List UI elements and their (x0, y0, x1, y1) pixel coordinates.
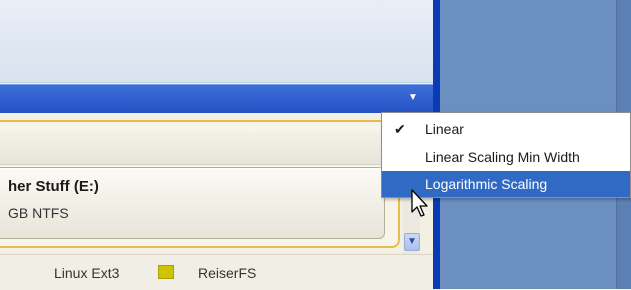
chevron-down-icon[interactable]: ▼ (406, 92, 420, 104)
checkmark-icon: ✔ (394, 121, 406, 137)
mouse-pointer-icon (411, 189, 428, 217)
menu-item-label: Linear (425, 121, 464, 137)
legend-swatch-reiserfs (158, 265, 174, 279)
chevron-down-icon: ▼ (407, 236, 417, 247)
top-panel (0, 0, 433, 83)
partition-info: GB NTFS (8, 205, 69, 221)
legend-label-linux-ext3: Linux Ext3 (54, 265, 120, 281)
menu-item-label: Linear Scaling Min Width (425, 149, 580, 165)
scroll-down-button[interactable]: ▼ (404, 233, 420, 251)
legend-label-reiserfs: ReiserFS (198, 265, 257, 281)
scaling-dropdown-menu: ✔ Linear Linear Scaling Min Width Logari… (381, 112, 631, 198)
menu-item-label: Logarithmic Scaling (425, 176, 548, 192)
menu-item-linear-scaling-min-width[interactable]: Linear Scaling Min Width (382, 144, 630, 170)
partition-name: her Stuff (E:) (8, 178, 99, 195)
scaling-combo-bar[interactable] (0, 84, 433, 114)
disk-header-row (0, 131, 388, 165)
menu-item-linear[interactable]: ✔ Linear (382, 116, 630, 142)
